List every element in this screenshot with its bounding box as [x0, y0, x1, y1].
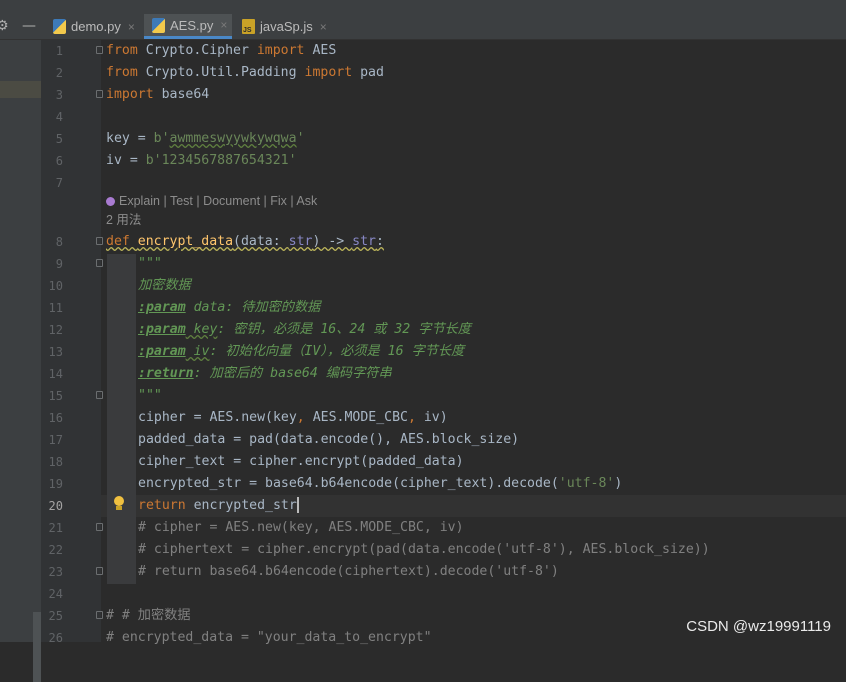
panel-scrollbar[interactable] [33, 612, 41, 682]
settings-gear-icon[interactable]: ⚙ [0, 19, 9, 33]
code-editor[interactable]: from Crypto.Cipher import AES from Crypt… [101, 40, 846, 645]
code-line-13: :param iv: 初始化向量（IV），必须是 16 字节长度 [138, 344, 465, 359]
code-line-3: import base64 [106, 87, 210, 102]
code-line-25: # # 加密数据 [106, 608, 191, 623]
code-line-20: return encrypted_str [138, 497, 299, 513]
close-tab-icon[interactable]: × [320, 20, 327, 34]
line-number: 8 [55, 235, 63, 249]
code-line-8: def encrypt_data(data: str) -> str: [106, 234, 384, 249]
close-tab-icon[interactable]: × [220, 18, 227, 32]
code-line-9: """ [138, 256, 162, 271]
line-number: 6 [55, 154, 63, 168]
usages-hint[interactable]: 2 用法 [106, 209, 141, 231]
project-panel-strip [0, 40, 41, 682]
line-number: 9 [55, 257, 63, 271]
current-line-number: 20 [48, 499, 63, 513]
tab-label: demo.py [71, 19, 121, 34]
tab-label: AES.py [170, 17, 214, 33]
code-line-10: 加密数据 [138, 278, 191, 293]
close-tab-icon[interactable]: × [128, 20, 135, 34]
code-line-6: iv = b'1234567887654321' [106, 153, 297, 168]
line-number: 10 [48, 279, 63, 293]
line-number: 2 [55, 66, 63, 80]
selected-tree-row[interactable] [0, 81, 41, 98]
code-line-22: # ciphertext = cipher.encrypt(pad(data.e… [138, 542, 710, 557]
line-number: 12 [48, 323, 63, 337]
js-file-icon: JS [242, 19, 255, 34]
code-line-21: # cipher = AES.new(key, AES.MODE_CBC, iv… [138, 520, 464, 535]
line-number: 22 [48, 543, 63, 557]
line-number: 5 [55, 132, 63, 146]
line-number: 17 [48, 433, 63, 447]
code-line-23: # return base64.b64encode(ciphertext).de… [138, 564, 559, 579]
code-line-18: cipher_text = cipher.encrypt(padded_data… [138, 454, 464, 469]
code-line-16: cipher = AES.new(key, AES.MODE_CBC, iv) [138, 410, 448, 425]
code-line-17: padded_data = pad(data.encode(), AES.blo… [138, 432, 520, 447]
intention-lightbulb-icon[interactable] [113, 496, 125, 512]
code-line-26: # encrypted_data = "your_data_to_encrypt… [106, 630, 432, 645]
line-number: 24 [48, 587, 63, 601]
line-number: 23 [48, 565, 63, 579]
line-number: 21 [48, 521, 63, 535]
line-number: 4 [55, 110, 63, 124]
minimize-icon[interactable]: — [22, 19, 36, 33]
line-number-gutter: 1 2 3 4 5 6 7 8 9 10 11 12 13 14 15 16 1… [41, 40, 103, 645]
tab-aes-py[interactable]: AES.py × [144, 14, 232, 39]
editor-tab-bar: ⚙ — demo.py × AES.py × JS javaSp.js × [0, 0, 846, 40]
code-line-2: from Crypto.Util.Padding import pad [106, 65, 384, 80]
python-file-icon [152, 17, 165, 33]
tab-label: javaSp.js [260, 19, 313, 34]
tab-demo-py[interactable]: demo.py × [46, 14, 142, 39]
code-line-14: :return: 加密后的 base64 编码字符串 [138, 366, 392, 381]
line-number: 25 [48, 609, 63, 623]
code-line-1: from Crypto.Cipher import AES [106, 43, 337, 58]
code-line-5: key = b'awmmeswyywkywqwa' [106, 131, 305, 146]
line-number: 19 [48, 477, 63, 491]
tab-javasp-js[interactable]: JS javaSp.js × [234, 14, 334, 39]
line-number: 13 [48, 345, 63, 359]
docstring-indent-block [107, 254, 136, 584]
line-number: 18 [48, 455, 63, 469]
line-number: 1 [55, 44, 63, 58]
line-number: 14 [48, 367, 63, 381]
code-line-12: :param key: 密钥，必须是 16、24 或 32 字节长度 [138, 322, 471, 337]
code-line-19: encrypted_str = base64.b64encode(cipher_… [138, 476, 623, 491]
python-file-icon [53, 19, 66, 34]
text-caret [296, 497, 299, 513]
line-number: 16 [48, 411, 63, 425]
line-number: 7 [55, 176, 63, 190]
line-number: 26 [48, 631, 63, 645]
line-number: 3 [55, 88, 63, 102]
line-number: 11 [48, 301, 63, 315]
csdn-watermark: CSDN @wz19991119 [686, 618, 831, 635]
line-number: 15 [48, 389, 63, 403]
title-strip [0, 0, 846, 11]
code-line-11: :param data: 待加密的数据 [138, 300, 321, 315]
code-line-15: """ [138, 388, 162, 403]
ai-assistant-icon [106, 197, 115, 207]
